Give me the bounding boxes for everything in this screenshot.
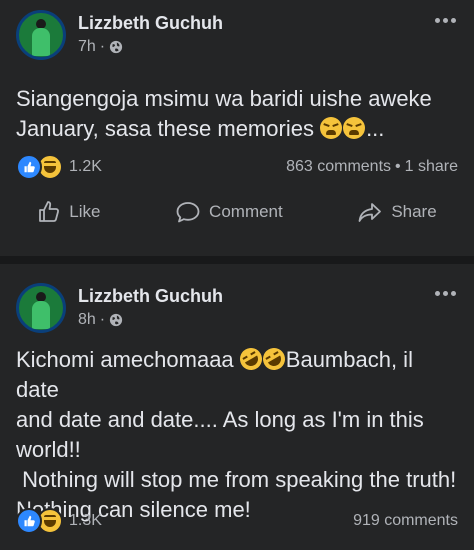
reaction-count: 1.2K — [69, 158, 102, 175]
post-stats: 1.3K 919 comments — [16, 508, 458, 534]
post-stats: 1.2K 863 comments • 1 share — [16, 154, 458, 180]
globe-icon — [110, 40, 123, 54]
stat-separator: • — [395, 158, 401, 175]
comment-bubble-icon — [176, 202, 200, 223]
rolling-laughing-emoji — [235, 343, 266, 375]
author-avatar[interactable] — [16, 10, 66, 60]
share-button[interactable]: Share — [357, 200, 437, 224]
engagement-counts: 919 comments — [353, 512, 458, 530]
comment-count[interactable]: 919 comments — [353, 512, 458, 530]
more-dot — [451, 18, 456, 23]
globe-icon — [110, 313, 123, 327]
post-time[interactable]: 7h — [78, 38, 96, 56]
like-reaction-icon — [16, 154, 42, 180]
more-dot — [451, 291, 456, 296]
post-text: Kichomi amechomaaa Baumbach, il date and… — [16, 343, 458, 525]
post-meta: Lizzbeth Guchuh 8h · — [78, 285, 223, 329]
comment-count[interactable]: 863 comments — [286, 158, 391, 176]
post-subline: 8h · — [78, 311, 223, 329]
post-text-line: Kichomi amechomaaa — [16, 347, 240, 372]
reactions-summary[interactable]: 1.2K — [16, 154, 102, 180]
share-count[interactable]: 1 share — [405, 158, 458, 176]
post-text-line: Siangengoja msimu wa baridi uishe aweke — [16, 86, 432, 111]
post-time[interactable]: 8h — [78, 311, 96, 329]
tired-face-emoji — [343, 117, 366, 139]
author-avatar[interactable] — [16, 283, 66, 333]
post-subline: 7h · — [78, 38, 223, 56]
post-meta: Lizzbeth Guchuh 7h · — [78, 12, 223, 56]
post-text-ellipsis: ... — [366, 116, 385, 141]
feed-divider — [0, 256, 474, 264]
post-header: Lizzbeth Guchuh 8h · — [16, 283, 223, 333]
comment-button[interactable]: Comment — [175, 200, 283, 224]
post-card: Lizzbeth Guchuh 7h · Siangengoja msimu w… — [0, 0, 474, 256]
more-dot — [435, 18, 440, 23]
avatar-body — [32, 28, 50, 56]
more-dot — [443, 291, 448, 296]
like-button[interactable]: Like — [37, 200, 100, 224]
avatar-body — [32, 301, 50, 329]
post-card: Lizzbeth Guchuh 8h · Kichomi amechomaaa … — [0, 264, 474, 550]
reaction-count: 1.3K — [69, 512, 102, 529]
comment-label: Comment — [209, 202, 283, 221]
post-text-body: and date and date.... As long as I'm in … — [16, 407, 457, 522]
separator-dot: · — [99, 38, 106, 55]
author-name[interactable]: Lizzbeth Guchuh — [78, 12, 223, 34]
separator-dot: · — [99, 311, 106, 328]
rolling-laughing-emoji — [258, 343, 289, 375]
more-options-icon[interactable] — [435, 291, 456, 296]
post-header: Lizzbeth Guchuh 7h · — [16, 10, 223, 60]
more-options-icon[interactable] — [435, 18, 456, 23]
share-arrow-icon — [358, 203, 382, 222]
thumbs-up-icon — [39, 201, 60, 222]
like-label: Like — [69, 202, 101, 221]
more-dot — [443, 18, 448, 23]
tired-face-emoji — [320, 117, 343, 139]
like-reaction-icon — [16, 508, 42, 534]
author-name[interactable]: Lizzbeth Guchuh — [78, 285, 223, 307]
engagement-counts: 863 comments • 1 share — [286, 158, 458, 176]
reactions-summary[interactable]: 1.3K — [16, 508, 102, 534]
post-text-line: January, sasa these memories — [16, 116, 321, 141]
more-dot — [435, 291, 440, 296]
post-text: Siangengoja msimu wa baridi uishe aweke … — [16, 84, 458, 144]
post-actions: Like Comment Share — [0, 200, 474, 224]
share-label: Share — [391, 202, 437, 221]
